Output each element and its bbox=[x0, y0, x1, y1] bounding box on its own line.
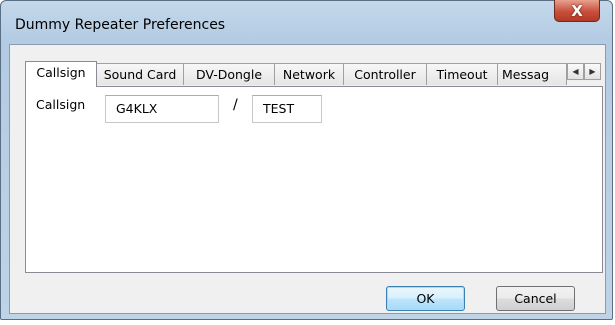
cancel-button[interactable]: Cancel bbox=[496, 286, 575, 311]
tab-bar: Callsign Sound Card DV-Dongle Network Co… bbox=[25, 61, 603, 87]
tab-message[interactable]: Messag bbox=[497, 63, 567, 85]
arrow-right-icon: ▶ bbox=[589, 67, 596, 76]
callsign-label: Callsign bbox=[36, 97, 86, 112]
tab-scroll-right-button[interactable]: ▶ bbox=[584, 63, 601, 80]
callsign-input[interactable]: G4KLX bbox=[105, 95, 219, 123]
tab-dv-dongle[interactable]: DV-Dongle bbox=[183, 63, 275, 85]
tab-network[interactable]: Network bbox=[274, 63, 344, 85]
close-button[interactable]: X bbox=[554, 0, 600, 22]
callsign-tab-panel: Callsign G4KLX / TEST bbox=[25, 86, 603, 273]
tab-controller[interactable]: Controller bbox=[343, 63, 427, 85]
window-title: Dummy Repeater Preferences bbox=[15, 17, 226, 33]
tab-sound-card[interactable]: Sound Card bbox=[96, 63, 184, 85]
tab-scroll-left-button[interactable]: ◀ bbox=[567, 63, 584, 80]
preferences-dialog: Dummy Repeater Preferences X Callsign So… bbox=[0, 0, 613, 320]
dialog-client-area: Callsign Sound Card DV-Dongle Network Co… bbox=[9, 44, 606, 314]
callsign-separator: / bbox=[233, 97, 238, 113]
ok-button[interactable]: OK bbox=[386, 286, 465, 311]
tab-callsign[interactable]: Callsign bbox=[25, 61, 97, 87]
callsign-suffix-input[interactable]: TEST bbox=[252, 95, 322, 123]
tab-timeout[interactable]: Timeout bbox=[426, 63, 498, 85]
arrow-left-icon: ◀ bbox=[572, 67, 579, 76]
close-icon: X bbox=[571, 1, 583, 20]
